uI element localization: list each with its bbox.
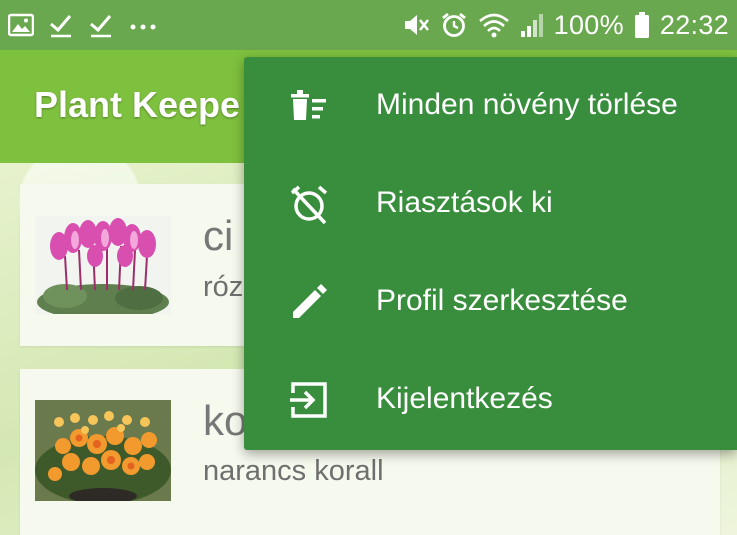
clock-time: 22:32 <box>659 9 729 40</box>
menu-item-label: Minden növény törlése <box>376 88 678 121</box>
menu-item-logout[interactable]: Kijelentkezés <box>244 351 737 449</box>
plant-subtitle: róz <box>203 271 244 303</box>
check-icon <box>48 12 74 38</box>
battery-icon <box>634 11 650 39</box>
plant-name: ko <box>203 397 248 444</box>
battery-percentage: 100% <box>553 9 624 40</box>
plant-photo-cyclamen <box>35 216 171 314</box>
delete-sweep-icon <box>288 85 330 127</box>
gallery-icon <box>8 13 34 37</box>
edit-pencil-icon <box>288 281 330 323</box>
plant-photo-kalanchoe <box>35 400 171 501</box>
menu-item-label: Kijelentkezés <box>376 382 553 415</box>
menu-item-label: Riasztások ki <box>376 186 553 219</box>
menu-item-edit-profile[interactable]: Profil szerkesztése <box>244 253 737 351</box>
logout-icon <box>288 379 330 421</box>
mute-icon <box>402 11 430 39</box>
alarm-icon <box>440 11 468 39</box>
app-title: Plant Keepe <box>34 84 241 125</box>
menu-item-alarms-off[interactable]: Riasztások ki <box>244 155 737 253</box>
plant-name: ci <box>203 212 234 259</box>
check-icon <box>88 12 114 38</box>
wifi-icon <box>478 11 510 39</box>
more-dots-icon <box>128 12 158 38</box>
plant-subtitle: narancs korall <box>203 455 384 487</box>
menu-item-delete-all-plants[interactable]: Minden növény törlése <box>244 57 737 155</box>
status-bar: 100% 22:32 <box>0 0 737 50</box>
alarm-off-icon <box>288 183 330 225</box>
menu-item-label: Profil szerkesztése <box>376 284 628 317</box>
signal-icon <box>520 11 544 39</box>
overflow-menu: Minden növény törlése Riasztások ki Prof… <box>244 57 737 450</box>
